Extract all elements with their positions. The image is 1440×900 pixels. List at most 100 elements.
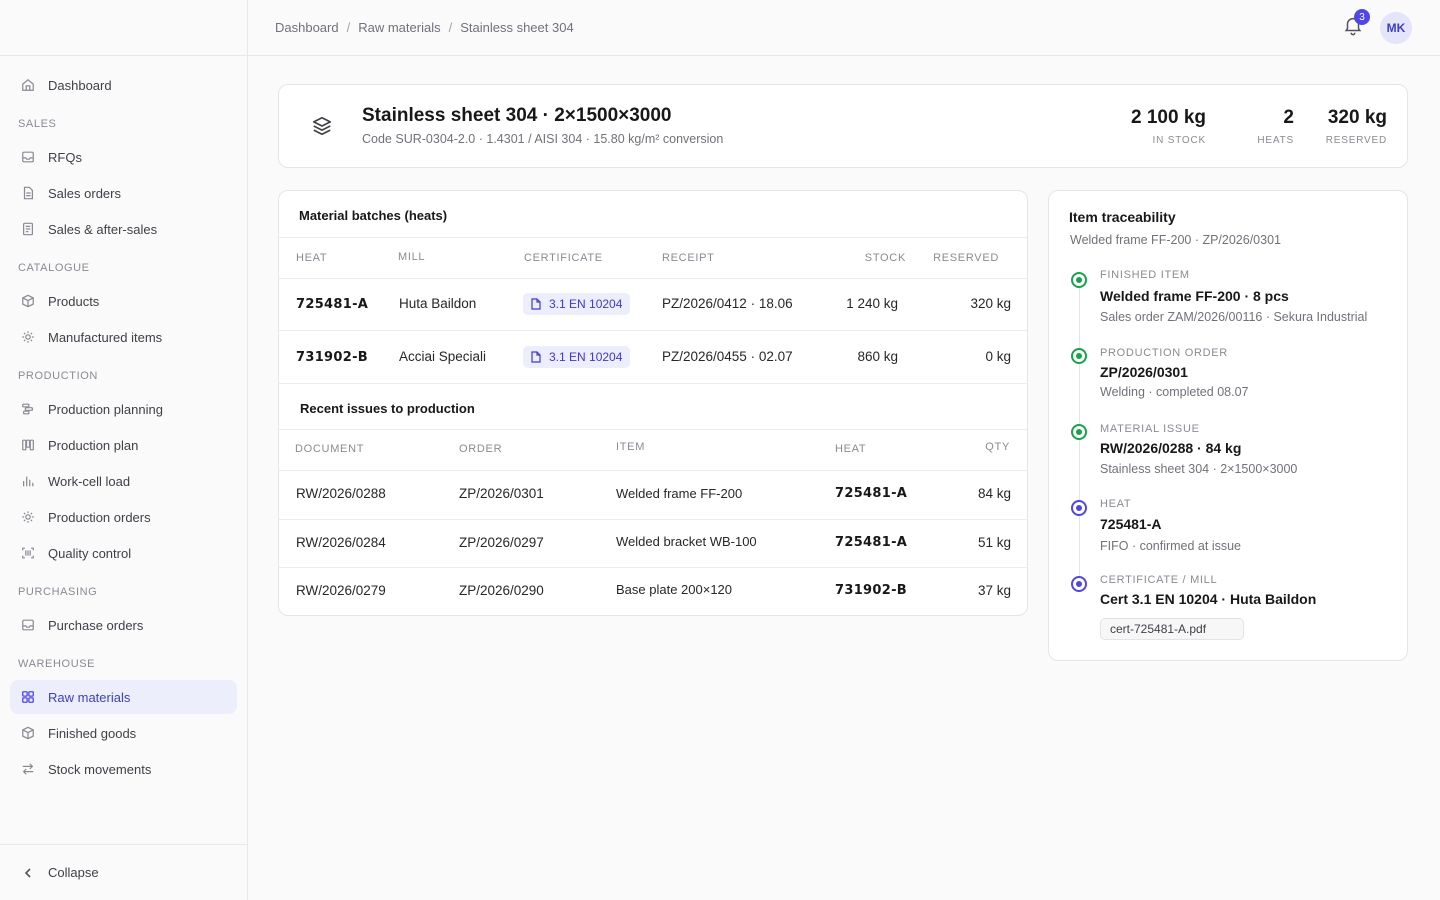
stat-label: RESERVED [1325, 135, 1387, 146]
step-label: HEAT [1100, 498, 1132, 510]
sidebar-logo-area [0, 0, 247, 56]
col-certificate: CERTIFICATE [524, 252, 603, 264]
sidebar-item-work-cell-load[interactable]: Work-cell load [10, 464, 237, 498]
item-subtitle: Code SUR-0304-2.0 · 1.4301 / AISI 304 · … [362, 132, 724, 146]
step-label: CERTIFICATE / MILL [1100, 574, 1218, 586]
topbar: Dashboard / Raw materials / Stainless sheet … [248, 0, 1440, 56]
cog-icon [20, 329, 36, 345]
sidebar-item-sales-orders[interactable]: Sales orders [10, 176, 237, 210]
stat-heats: 2 HEATS [1257, 107, 1294, 146]
sidebar-item-label: Purchase orders [48, 617, 144, 633]
sidebar-item-label: Production plan [48, 437, 139, 453]
reserved-cell: 320 kg [970, 296, 1011, 311]
document-cell: RW/2026/0279 [296, 583, 386, 598]
certificate-tag[interactable]: 3.1 EN 10204 [523, 293, 631, 315]
sidebar-item-sales-after-sales[interactable]: Sales & after-sales [10, 212, 237, 246]
certificate-tag[interactable]: 3.1 EN 10204 [523, 346, 631, 368]
sidebar-item-quality-control[interactable]: Quality control [10, 536, 237, 570]
step-label: MATERIAL ISSUE [1100, 423, 1200, 435]
breadcrumb-raw-materials[interactable]: Raw materials [358, 20, 440, 35]
divider [279, 519, 1027, 520]
sidebar-item-raw-materials[interactable]: Raw materials [10, 680, 237, 714]
sidebar-item-manufactured-items[interactable]: Manufactured items [10, 320, 237, 354]
step-description: FIFO · confirmed at issue [1100, 539, 1242, 553]
breadcrumb-separator: / [448, 20, 453, 35]
traceability-card: Item traceability Welded frame FF-200 · … [1048, 190, 1408, 661]
bar-chart-icon [20, 473, 36, 489]
step-value: Welded frame FF-200 · 8 pcs [1100, 288, 1289, 304]
divider [279, 567, 1027, 568]
col-mill: MILL [398, 251, 426, 263]
col-reserved: RESERVED [933, 252, 999, 264]
sidebar-item-dashboard[interactable]: Dashboard [10, 68, 237, 102]
batches-title: Material batches (heats) [299, 208, 448, 223]
sidebar-section-catalogue: CATALOGUE [18, 262, 90, 274]
collapse-button[interactable]: Collapse [0, 844, 247, 900]
layers-icon [311, 115, 333, 137]
sidebar-item-stock-movements[interactable]: Stock movements [10, 752, 237, 786]
sidebar-item-production-plan[interactable]: Production plan [10, 428, 237, 462]
avatar[interactable]: MK [1380, 12, 1412, 44]
stat-value: 320 kg [1327, 107, 1387, 128]
item-title: Stainless sheet 304 · 2×1500×3000 [362, 105, 672, 126]
sidebar-item-products[interactable]: Products [10, 284, 237, 318]
status-current-icon [1071, 576, 1087, 592]
timeline-connector [1079, 364, 1080, 426]
arrows-icon [20, 761, 36, 777]
timeline-connector [1079, 288, 1080, 350]
timeline-connector [1079, 440, 1080, 502]
home-icon [20, 77, 36, 93]
sidebar-section-production: PRODUCTION [18, 370, 98, 382]
sidebar-item-finished-goods[interactable]: Finished goods [10, 716, 237, 750]
sidebar-item-label: Work-cell load [48, 473, 131, 489]
traceability-title: Item traceability [1069, 209, 1176, 225]
sidebar-item-label: Production planning [48, 401, 163, 417]
col-item: ITEM [616, 441, 646, 453]
collapse-label: Collapse [48, 865, 99, 880]
box-icon [20, 725, 36, 741]
columns-icon [20, 437, 36, 453]
stock-cell: 1 240 kg [846, 296, 898, 311]
traceability-subtitle: Welded frame FF-200 · ZP/2026/0301 [1070, 233, 1281, 247]
col-heat: HEAT [296, 252, 328, 264]
sidebar-item-label: Raw materials [48, 689, 131, 705]
sidebar-item-label: Quality control [48, 545, 132, 561]
step-value: ZP/2026/0301 [1100, 364, 1188, 380]
certificate-label: 3.1 EN 10204 [549, 350, 623, 364]
heat-cell: 731902-B [296, 350, 368, 365]
stat-label: IN STOCK [1152, 135, 1206, 146]
inbox-icon [20, 617, 36, 633]
stat-value: 2 100 kg [1131, 107, 1206, 128]
col-qty: QTY [985, 441, 1010, 453]
sidebar-item-label: Production orders [48, 509, 151, 525]
heat-cell: 725481-A [835, 486, 908, 501]
document-cell: RW/2026/0288 [296, 486, 386, 501]
sidebar-section-purchasing: PURCHASING [18, 586, 98, 598]
step-value: RW/2026/0288 · 84 kg [1100, 440, 1242, 456]
receipt-cell: PZ/2026/0455 · 02.07 [662, 349, 793, 364]
step-description: Stainless sheet 304 · 2×1500×3000 [1100, 462, 1298, 476]
sidebar-item-purchase-orders[interactable]: Purchase orders [10, 608, 237, 642]
issues-title: Recent issues to production [300, 401, 475, 416]
sidebar-item-production-orders[interactable]: Production orders [10, 500, 237, 534]
divider [279, 237, 1027, 238]
certificate-file-chip[interactable]: cert-725481-A.pdf [1100, 618, 1244, 640]
heat-cell: 731902-B [835, 583, 907, 598]
cog-icon [20, 509, 36, 525]
order-cell: ZP/2026/0297 [459, 535, 544, 550]
qty-cell: 51 kg [977, 535, 1011, 550]
sidebar-item-production-planning[interactable]: Production planning [10, 392, 237, 426]
heat-cell: 725481-A [835, 535, 908, 550]
stat-label: HEATS [1257, 135, 1294, 146]
sidebar-item-label: Manufactured items [48, 329, 163, 345]
col-receipt: RECEIPT [662, 252, 715, 264]
sidebar-item-rfqs[interactable]: RFQs [10, 140, 237, 174]
step-label: PRODUCTION ORDER [1100, 347, 1228, 359]
document-icon [531, 298, 541, 310]
order-cell: ZP/2026/0301 [459, 486, 544, 501]
breadcrumb-dashboard[interactable]: Dashboard [275, 20, 339, 35]
sidebar: Dashboard SALES RFQs Sales orders Sales … [0, 0, 248, 900]
qty-cell: 84 kg [977, 486, 1011, 501]
step-value: 725481-A [1100, 516, 1162, 532]
sidebar-item-label: Finished goods [48, 725, 137, 741]
